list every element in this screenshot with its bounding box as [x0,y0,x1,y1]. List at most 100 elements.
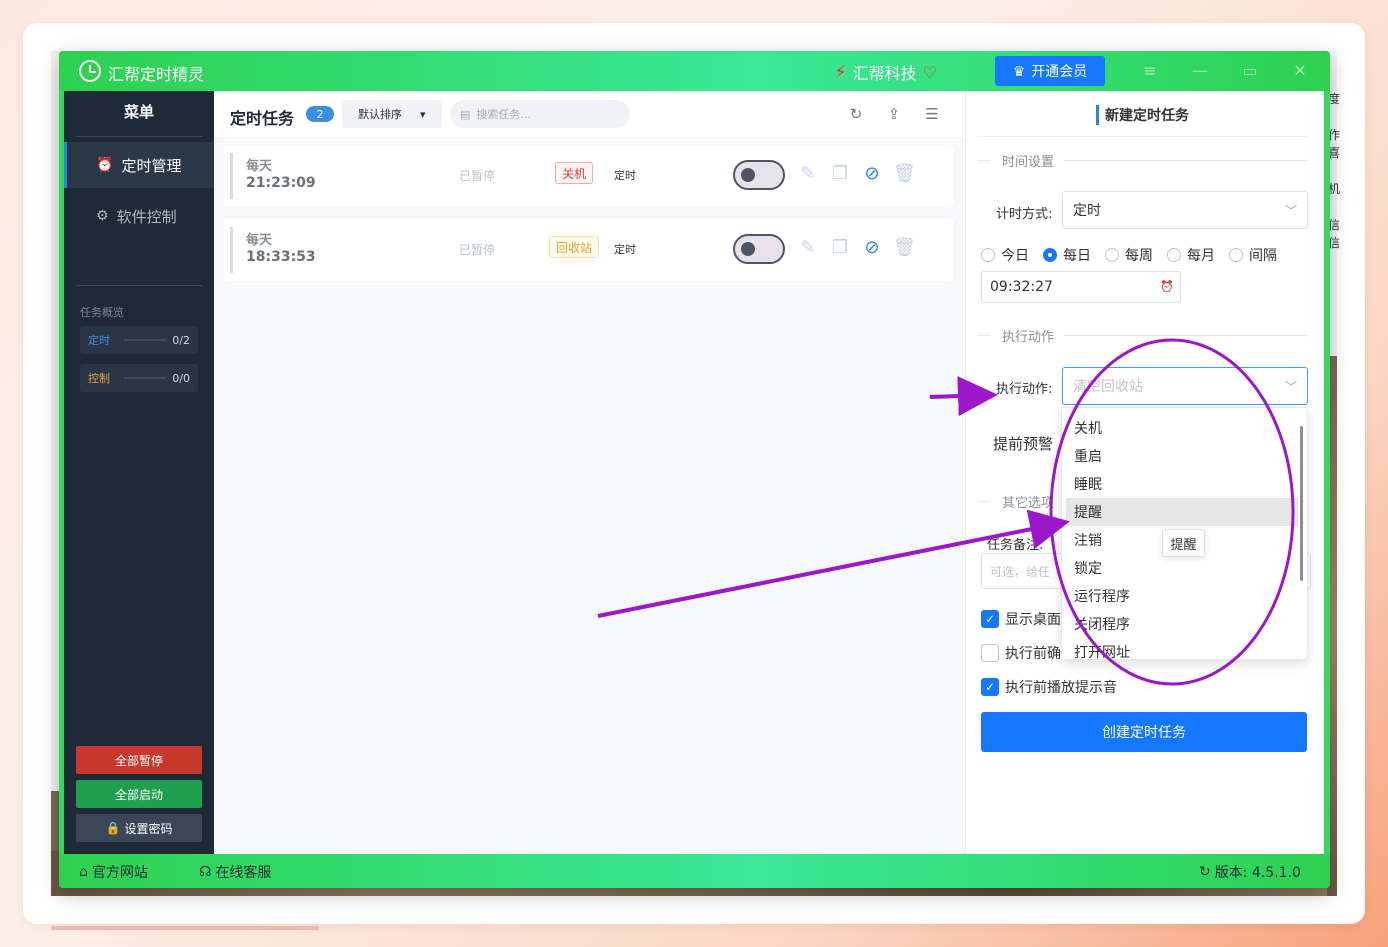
set-password-button[interactable]: 🔒 设置密码 [76,814,202,842]
dropdown-option[interactable]: 睡眠 [1066,470,1298,498]
dropdown-option[interactable]: 关闭程序 [1066,610,1298,638]
brand[interactable]: ⚡ 汇帮科技 ♡ [834,60,937,84]
task-action-tag: 回收站 [549,236,600,258]
radio-dot [1167,248,1181,262]
stat-label: 控制 [88,372,110,385]
maximize-icon[interactable]: ▭ [1239,61,1261,80]
dropdown-option[interactable]: 重启 [1066,442,1298,470]
time-picker-input[interactable]: 09:32:27 ⏰ [981,271,1181,303]
chevron-down-icon: ﹀ [1284,380,1297,394]
checkbox-box [981,644,999,662]
radio-dot [1105,248,1119,262]
online-support-link[interactable]: ☊ 在线客服 [199,862,271,882]
decorative-underline [51,926,319,930]
set-password-label: 设置密码 [124,821,173,836]
disable-icon[interactable]: ⊘ [861,163,883,184]
pause-all-button[interactable]: 全部暂停 [76,746,202,774]
minimize-icon[interactable]: — [1189,61,1211,80]
menu-icon[interactable]: ≡ [1139,61,1161,80]
check-icon: ✓ [981,610,999,628]
row-accent [230,153,233,199]
dropdown-option[interactable]: 锁定 [1066,554,1298,582]
sidebar-item-software-control[interactable]: ⚙ 软件控制 [64,193,214,239]
heart-icon: ♡ [922,62,937,82]
task-enable-toggle[interactable] [733,234,785,264]
home-icon: ⌂ [79,864,88,880]
version-info[interactable]: ↻ 版本: 4.5.1.0 [1199,862,1301,882]
search-input[interactable]: ▤ 搜索任务... [450,100,630,128]
checkbox-label: 执行前播放提示音 [1005,680,1117,696]
export-icon[interactable]: ⇪ [885,105,903,123]
action-placeholder: 清空回收站 [1073,379,1143,395]
dropdown-option[interactable]: 关机 [1066,414,1298,442]
action-select[interactable]: 清空回收站 ﹀ [1062,367,1308,405]
dropdown-option[interactable]: 运行程序 [1066,582,1298,610]
divider [978,136,1308,137]
radio-daily[interactable]: 每日 [1043,245,1091,265]
radio-monthly[interactable]: 每月 [1167,245,1215,265]
close-icon[interactable]: ✕ [1289,61,1311,80]
copy-icon[interactable]: ❐ [829,163,851,184]
dropdown-scrollbar[interactable] [1300,426,1303,581]
radio-label: 每月 [1187,248,1215,264]
radio-today[interactable]: 今日 [981,245,1029,265]
task-type: 定时 [614,243,636,256]
sidebar: 菜单 ⏰ 定时管理 ⚙ 软件控制 任务概览 定时 0/2 控制 0/0 全部暂停… [64,91,214,854]
remark-label: 任务备注: [987,538,1044,553]
play-sound-checkbox[interactable]: ✓ 执行前播放提示音 [981,677,1117,697]
task-action-tag: 关机 [555,162,594,184]
sort-select[interactable]: 默认排序 ▾ [342,100,442,128]
list-icon[interactable]: ☰ [923,105,941,123]
alarm-clock-icon: ⏰ [96,157,114,173]
status-bar: ⌂ 官方网站 ☊ 在线客服 ↻ 版本: 4.5.1.0 [59,854,1330,888]
confirm-before-checkbox[interactable]: 执行前确 [981,643,1061,663]
stat-timer: 定时 0/2 [80,326,198,354]
task-time: 21:23:09 [246,175,316,191]
dropdown-option[interactable]: 打开网址 [1066,638,1298,659]
edit-icon[interactable]: ✎ [797,163,819,184]
timing-mode-select[interactable]: 定时 ﹀ [1062,191,1308,229]
show-desktop-checkbox[interactable]: ✓ 显示桌面 [981,609,1061,629]
radio-dot [981,248,995,262]
task-count-badge: 2 [306,106,334,122]
task-list-panel: 定时任务 2 默认排序 ▾ ▤ 搜索任务... ↻ ⇪ ☰ 每天 21:23:0… [214,91,965,854]
edit-icon[interactable]: ✎ [797,237,819,258]
radio-interval[interactable]: 间隔 [1229,245,1277,265]
checkbox-label: 执行前确 [1005,646,1061,662]
radio-weekly[interactable]: 每周 [1105,245,1153,265]
task-list-header: 定时任务 2 默认排序 ▾ ▤ 搜索任务... ↻ ⇪ ☰ [214,91,965,137]
task-row[interactable]: 每天 18:33:53 已暂停 回收站 定时 ✎ ❐ ⊘ 🗑 [224,219,954,281]
search-placeholder: 搜索任务... [476,108,531,121]
trash-icon[interactable]: 🗑 [893,237,916,258]
crown-icon: ♛ [1012,62,1026,79]
sidebar-item-label: 软件控制 [116,207,177,226]
section-label: 时间设置 [1002,154,1055,170]
trash-icon[interactable]: 🗑 [893,163,916,184]
task-enable-toggle[interactable] [733,160,785,190]
task-row[interactable]: 每天 21:23:09 已暂停 关机 定时 ✎ ❐ ⊘ 🗑 [224,145,954,207]
start-all-button[interactable]: 全部启动 [76,780,202,808]
start-all-label: 全部启动 [114,787,163,802]
official-website-link[interactable]: ⌂ 官方网站 [79,862,148,882]
create-task-button[interactable]: 创建定时任务 [981,712,1307,752]
vip-button[interactable]: ♛ 开通会员 [995,56,1105,86]
brand-name: 汇帮科技 [852,64,917,83]
copy-icon[interactable]: ❐ [829,237,851,258]
refresh-icon[interactable]: ↻ [847,105,865,123]
stat-bar [124,339,167,341]
radio-label: 今日 [1001,248,1029,264]
divider [76,285,202,286]
sidebar-item-timer-management[interactable]: ⏰ 定时管理 [64,142,214,188]
section-action: 执行动作 [978,325,1308,345]
divider [76,136,202,137]
app-title: 汇帮定时精灵 [108,65,205,84]
version-label: 版本: 4.5.1.0 [1214,865,1301,881]
dropdown-option-hovered[interactable]: 提醒 [1066,498,1298,526]
row-accent [230,227,233,273]
timing-mode-label: 计时方式: [996,207,1053,222]
support-label: 在线客服 [215,865,272,881]
page-title: 定时任务 [230,109,295,128]
title-bar[interactable]: 汇帮定时精灵 ⚡ 汇帮科技 ♡ ♛ 开通会员 ≡ — ▭ ✕ [59,51,1330,91]
disable-icon[interactable]: ⊘ [861,237,883,258]
refresh-icon: ↻ [1199,864,1211,880]
